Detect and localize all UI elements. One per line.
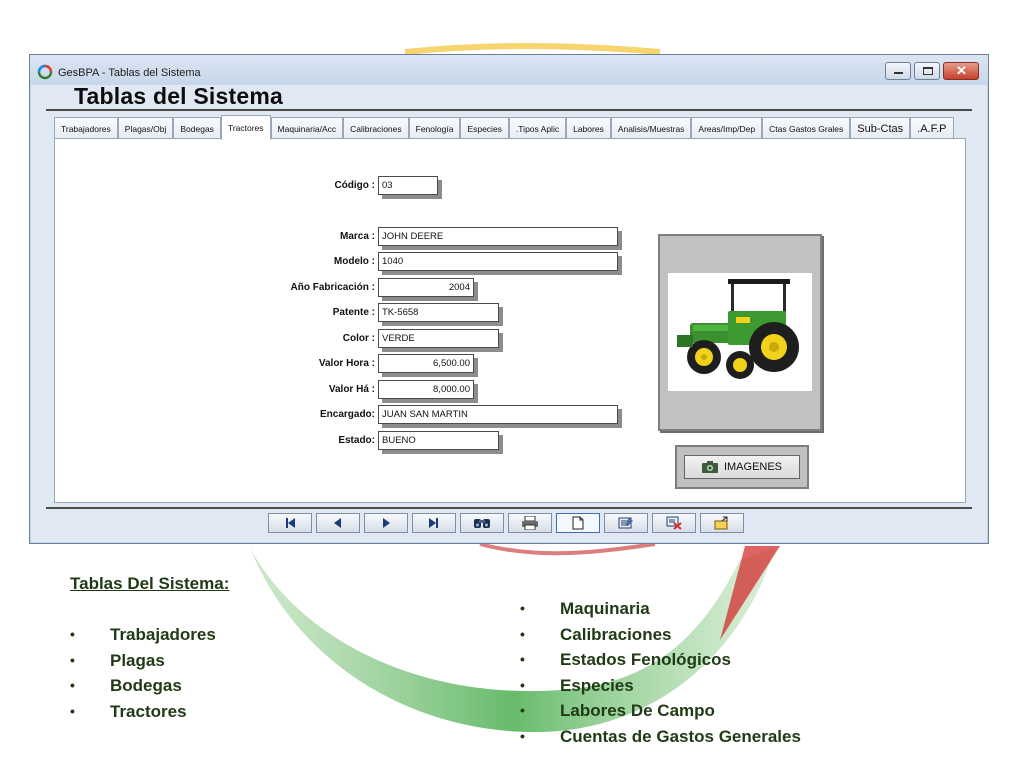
tab-trabajadores[interactable]: Trabajadores	[54, 117, 118, 140]
exit-icon	[714, 516, 728, 530]
slide: { "window": { "title": "GesBPA - Tablas …	[0, 0, 1024, 768]
tractor-form-panel: Código : 03 Marca : JOHN DEERE Modelo : …	[54, 138, 966, 503]
list-item: Bodegas	[70, 673, 216, 699]
tab-tractores[interactable]: Tractores	[220, 115, 271, 140]
marca-label: Marca :	[339, 231, 375, 242]
list-item: Plagas	[70, 648, 216, 674]
list-item: Cuentas de Gastos Generales	[520, 724, 801, 750]
color-label: Color :	[342, 333, 375, 344]
tab-fenologia[interactable]: Fenología	[408, 117, 461, 140]
tab-plagas[interactable]: Plagas/Obj	[117, 117, 174, 140]
maximize-icon	[923, 67, 933, 75]
app-logo-icon	[37, 64, 53, 80]
list-item: Labores De Campo	[520, 698, 801, 724]
encargado-label: Encargado:	[319, 409, 375, 420]
tab-ctas-gastos[interactable]: Ctas Gastos Grales	[762, 117, 851, 140]
valor-ha-field[interactable]: 8,000.00	[378, 380, 474, 399]
tab-afp[interactable]: .A.F.P	[910, 117, 954, 140]
next-record-button[interactable]	[364, 513, 408, 533]
estado-label: Estado:	[338, 435, 375, 446]
tractor-illustration	[677, 279, 799, 379]
color-field[interactable]: VERDE	[378, 329, 499, 348]
tab-bodegas[interactable]: Bodegas	[173, 117, 221, 140]
tab-sub-ctas[interactable]: Sub-Ctas	[850, 117, 911, 140]
list-item: Maquinaria	[520, 596, 801, 622]
tractor-photo-frame	[658, 234, 822, 431]
encargado-field[interactable]: JUAN SAN MARTIN	[378, 405, 618, 424]
tab-maquinaria[interactable]: Maquinaria/Acc	[270, 117, 344, 140]
minimize-button[interactable]	[885, 62, 911, 80]
search-button[interactable]	[460, 513, 504, 533]
edit-record-icon	[618, 517, 633, 529]
list-item: Calibraciones	[520, 622, 801, 648]
list-item: Estados Fenológicos	[520, 647, 801, 673]
images-button[interactable]: IMAGENES	[684, 455, 800, 479]
images-button-label: IMAGENES	[723, 461, 783, 473]
title-divider	[46, 109, 972, 111]
patente-label: Patente :	[332, 307, 375, 318]
tab-labores[interactable]: Labores	[566, 117, 611, 140]
valor-hora-label: Valor Hora :	[318, 358, 375, 369]
first-record-icon	[286, 518, 295, 528]
print-icon	[522, 516, 538, 530]
anio-label: Año Fabricación :	[290, 282, 375, 293]
last-record-icon	[429, 518, 438, 528]
last-record-button[interactable]	[412, 513, 456, 533]
valor-hora-field[interactable]: 6,500.00	[378, 354, 474, 373]
exit-button[interactable]	[700, 513, 744, 533]
page-title: Tablas del Sistema	[74, 83, 283, 109]
app-window: GesBPA - Tablas del Sistema ✕ Tablas del…	[29, 54, 989, 544]
previous-record-button[interactable]	[316, 513, 360, 533]
search-binoculars-icon	[474, 519, 490, 528]
right-bullet-list: Maquinaria Calibraciones Estados Fenológ…	[520, 596, 801, 750]
modelo-label: Modelo :	[333, 256, 375, 267]
tab-analisis[interactable]: Analisis/Muestras	[610, 117, 692, 140]
new-record-button[interactable]	[556, 513, 600, 533]
first-record-button[interactable]	[268, 513, 312, 533]
minimize-icon	[894, 72, 903, 74]
print-button[interactable]	[508, 513, 552, 533]
title-bar: GesBPA - Tablas del Sistema ✕	[30, 55, 988, 85]
tab-areas[interactable]: Areas/Imp/Dep	[691, 117, 763, 140]
tab-especies[interactable]: Especies	[460, 117, 509, 140]
close-button[interactable]: ✕	[943, 62, 979, 80]
tab-tipos-aplic[interactable]: .Tipos Aplic	[508, 117, 567, 140]
tractor-photo	[668, 273, 812, 391]
estado-field[interactable]: BUENO	[378, 431, 499, 450]
marca-field[interactable]: JOHN DEERE	[378, 227, 618, 246]
list-item: Tractores	[70, 699, 216, 725]
list-item: Trabajadores	[70, 622, 216, 648]
previous-record-icon	[334, 518, 341, 528]
codigo-field[interactable]: 03	[378, 176, 438, 195]
patente-field[interactable]: TK-5658	[378, 303, 499, 322]
maximize-button[interactable]	[914, 62, 940, 80]
edit-record-button[interactable]	[604, 513, 648, 533]
delete-record-button[interactable]	[652, 513, 696, 533]
camera-icon	[701, 461, 718, 473]
images-button-frame: IMAGENES	[675, 445, 809, 489]
modelo-field[interactable]: 1040	[378, 252, 618, 271]
codigo-label: Código :	[334, 180, 375, 191]
new-record-icon	[572, 516, 584, 530]
anio-field[interactable]: 2004	[378, 278, 474, 297]
list-item: Especies	[520, 673, 801, 699]
delete-record-icon	[666, 516, 682, 530]
close-icon: ✕	[956, 63, 967, 78]
tab-calibraciones[interactable]: Calibraciones	[343, 117, 409, 140]
tab-strip: Trabajadores Plagas/Obj Bodegas Tractore…	[54, 115, 954, 140]
valor-ha-label: Valor Há :	[328, 384, 375, 395]
navbar-divider	[46, 507, 972, 509]
next-record-icon	[383, 518, 390, 528]
left-bullet-list: Trabajadores Plagas Bodegas Tractores	[70, 622, 216, 724]
window-title: GesBPA - Tablas del Sistema	[58, 67, 201, 79]
slide-heading: Tablas Del Sistema:	[70, 574, 230, 593]
